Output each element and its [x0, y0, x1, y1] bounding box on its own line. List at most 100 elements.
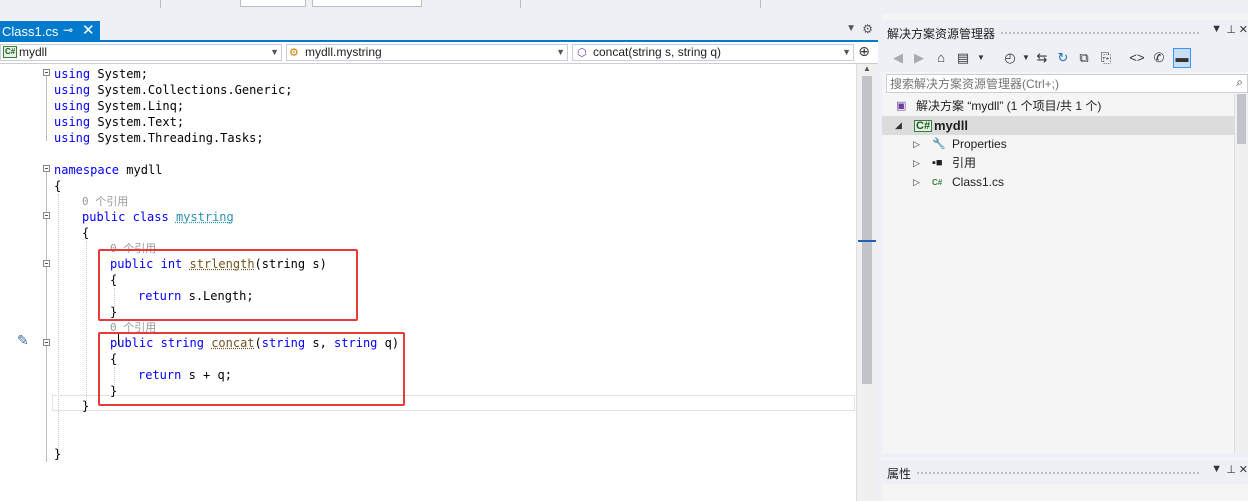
project-dropdown-label: mydll — [19, 45, 48, 59]
title-grip — [1000, 31, 1200, 35]
chevron-down-icon: ▼ — [842, 47, 851, 57]
solution-icon: ▣ — [896, 100, 907, 112]
collapsed-chevron-icon[interactable]: ▷ — [913, 135, 920, 154]
code-editor-pane: Class1.cs ⊸ ✕ ▼ ⚙ C# mydll ▼ ⚙ mydll.mys… — [0, 14, 878, 501]
solution-explorer-toolbar: ◀ ▶ ⌂ ▤ ▼ ◴ ▼ ⇆ ↻ ⧉ ⎘ <> ✆ ▬ — [882, 44, 1248, 72]
code-line: { — [54, 179, 62, 193]
solution-search-input[interactable] — [888, 75, 1222, 92]
solution-platform-dropdown[interactable] — [312, 0, 422, 7]
gear-icon[interactable]: ⚙ — [862, 22, 873, 36]
panel-title: 属性 — [887, 467, 912, 481]
member-dropdown-label: concat(string s, string q) — [593, 45, 722, 59]
member-dropdown[interactable]: ⬡ concat(string s, string q) ▼ — [572, 44, 854, 61]
chevron-down-icon: ▼ — [556, 47, 565, 57]
project-dropdown[interactable]: C# mydll ▼ — [0, 44, 282, 61]
tree-item-label: Properties — [952, 137, 1007, 151]
chevron-down-icon[interactable]: ▼ — [1018, 53, 1034, 62]
tab-label: Class1.cs — [2, 24, 59, 39]
tree-item-label: Class1.cs — [952, 175, 1005, 189]
wrench-icon[interactable]: ✆ — [1151, 50, 1167, 66]
class-icon: ⚙ — [289, 47, 299, 59]
editor-vertical-scrollbar[interactable]: ▲ — [856, 64, 878, 501]
back-icon[interactable]: ◀ — [890, 50, 906, 66]
solution-explorer-panel: 解决方案资源管理器 ▼ ⊥ ✕ ◀ ▶ ⌂ ▤ ▼ ◴ ▼ ⇆ ↻ ⧉ ⎘ <>… — [882, 14, 1248, 454]
toolbar-separator — [760, 0, 761, 8]
method-icon: ⬡ — [577, 47, 587, 59]
pin-icon[interactable]: ⊥ — [1226, 463, 1236, 476]
fold-toggle[interactable] — [43, 260, 50, 267]
solution-tree-scrollbar[interactable] — [1234, 94, 1248, 454]
collapsed-chevron-icon[interactable]: ▷ — [913, 173, 920, 192]
sync-icon[interactable]: ⇆ — [1034, 50, 1050, 66]
quick-action-brush-icon[interactable]: ✎ — [17, 332, 29, 349]
solution-search-box[interactable]: ⌕ — [886, 74, 1248, 93]
tab-class1-cs[interactable]: Class1.cs ⊸ ✕ — [0, 21, 100, 42]
fold-toggle[interactable] — [43, 165, 50, 172]
home-icon[interactable]: ⌂ — [933, 50, 949, 65]
highlight-box-strlength — [98, 249, 358, 321]
document-tab-strip: Class1.cs ⊸ ✕ ▼ ⚙ — [0, 14, 878, 42]
collapse-all-icon[interactable]: ⧉ — [1076, 50, 1092, 66]
tree-item-label: mydll — [934, 118, 968, 133]
navigation-bar: C# mydll ▼ ⚙ mydll.mystring ▼ ⬡ concat(s… — [0, 42, 878, 64]
pin-icon[interactable]: ⊸ — [63, 23, 73, 37]
tree-item-label: 引用 — [952, 156, 977, 170]
codelens-references[interactable]: 0 个引用 — [82, 194, 128, 210]
scroll-up-icon[interactable]: ▲ — [863, 64, 871, 73]
indent-guide — [86, 241, 88, 403]
class-dropdown-label: mydll.mystring — [305, 45, 382, 59]
tree-item-class1-cs[interactable]: ▷ C# Class1.cs — [882, 173, 1242, 192]
toolbar-separator — [160, 0, 161, 8]
pending-changes-icon[interactable]: ◴ — [1002, 50, 1018, 66]
references-icon: ▪■ — [932, 157, 943, 169]
scrollbar-thumb[interactable] — [862, 76, 872, 384]
tree-item-label: 解决方案 “mydll” (1 个项目/共 1 个) — [916, 99, 1102, 113]
close-icon[interactable]: ✕ — [1239, 23, 1248, 36]
csharp-file-icon: C# — [932, 178, 943, 187]
caret-position-marker — [858, 240, 876, 242]
title-grip — [916, 471, 1200, 475]
fold-toggle[interactable] — [43, 339, 50, 346]
code-line: using System.Text; — [54, 115, 185, 129]
chevron-down-icon: ▼ — [270, 47, 279, 57]
wrench-icon: 🔧 — [932, 138, 946, 150]
pin-icon[interactable]: ⊥ — [1226, 23, 1236, 36]
view-code-icon[interactable]: <> — [1129, 50, 1145, 65]
csharp-project-icon: C# — [3, 46, 18, 58]
tree-item-project[interactable]: ◢ C# mydll — [882, 116, 1242, 135]
tab-list-dropdown-icon[interactable]: ▼ — [846, 23, 856, 34]
close-icon[interactable]: ✕ — [82, 21, 95, 39]
split-window-icon[interactable]: ⊕ — [858, 43, 870, 60]
fold-toggle[interactable] — [43, 212, 50, 219]
scrollbar-thumb[interactable] — [1237, 94, 1246, 144]
code-line: { — [82, 226, 90, 240]
refresh-icon[interactable]: ↻ — [1055, 50, 1071, 66]
indent-guide — [58, 194, 60, 460]
show-all-files-icon[interactable]: ⎘ — [1098, 50, 1114, 66]
csharp-project-icon: C# — [914, 120, 933, 132]
search-icon[interactable]: ⌕ — [1236, 75, 1243, 90]
switch-views-icon[interactable]: ▤ — [955, 50, 971, 66]
close-icon[interactable]: ✕ — [1239, 463, 1248, 476]
code-line: namespace mydll — [54, 163, 163, 177]
toolbar-separator — [520, 0, 521, 8]
window-position-dropdown-icon[interactable]: ▼ — [1211, 463, 1222, 475]
code-text-area[interactable]: using System; using System.Collections.G… — [0, 64, 856, 501]
code-line: public class mystring — [82, 210, 234, 224]
code-line: using System.Collections.Generic; — [54, 83, 293, 97]
tree-item-references[interactable]: ▷ ▪■ 引用 — [882, 154, 1242, 173]
class-dropdown[interactable]: ⚙ mydll.mystring ▼ — [286, 44, 568, 61]
chevron-down-icon[interactable]: ▼ — [973, 53, 989, 62]
code-line: } — [54, 447, 62, 461]
collapsed-chevron-icon[interactable]: ▷ — [913, 154, 920, 173]
window-position-dropdown-icon[interactable]: ▼ — [1211, 23, 1222, 35]
preview-icon[interactable]: ▬ — [1173, 48, 1191, 68]
tree-item-properties[interactable]: ▷ 🔧 Properties — [882, 135, 1242, 154]
tree-item-solution[interactable]: ▣ 解决方案 “mydll” (1 个项目/共 1 个) — [882, 97, 1242, 116]
expanded-chevron-icon[interactable]: ◢ — [895, 116, 902, 135]
highlight-box-concat — [98, 332, 405, 406]
solution-config-dropdown[interactable] — [240, 0, 306, 7]
fold-toggle[interactable] — [43, 69, 50, 76]
main-toolbar — [0, 0, 1248, 15]
forward-icon[interactable]: ▶ — [911, 50, 927, 66]
